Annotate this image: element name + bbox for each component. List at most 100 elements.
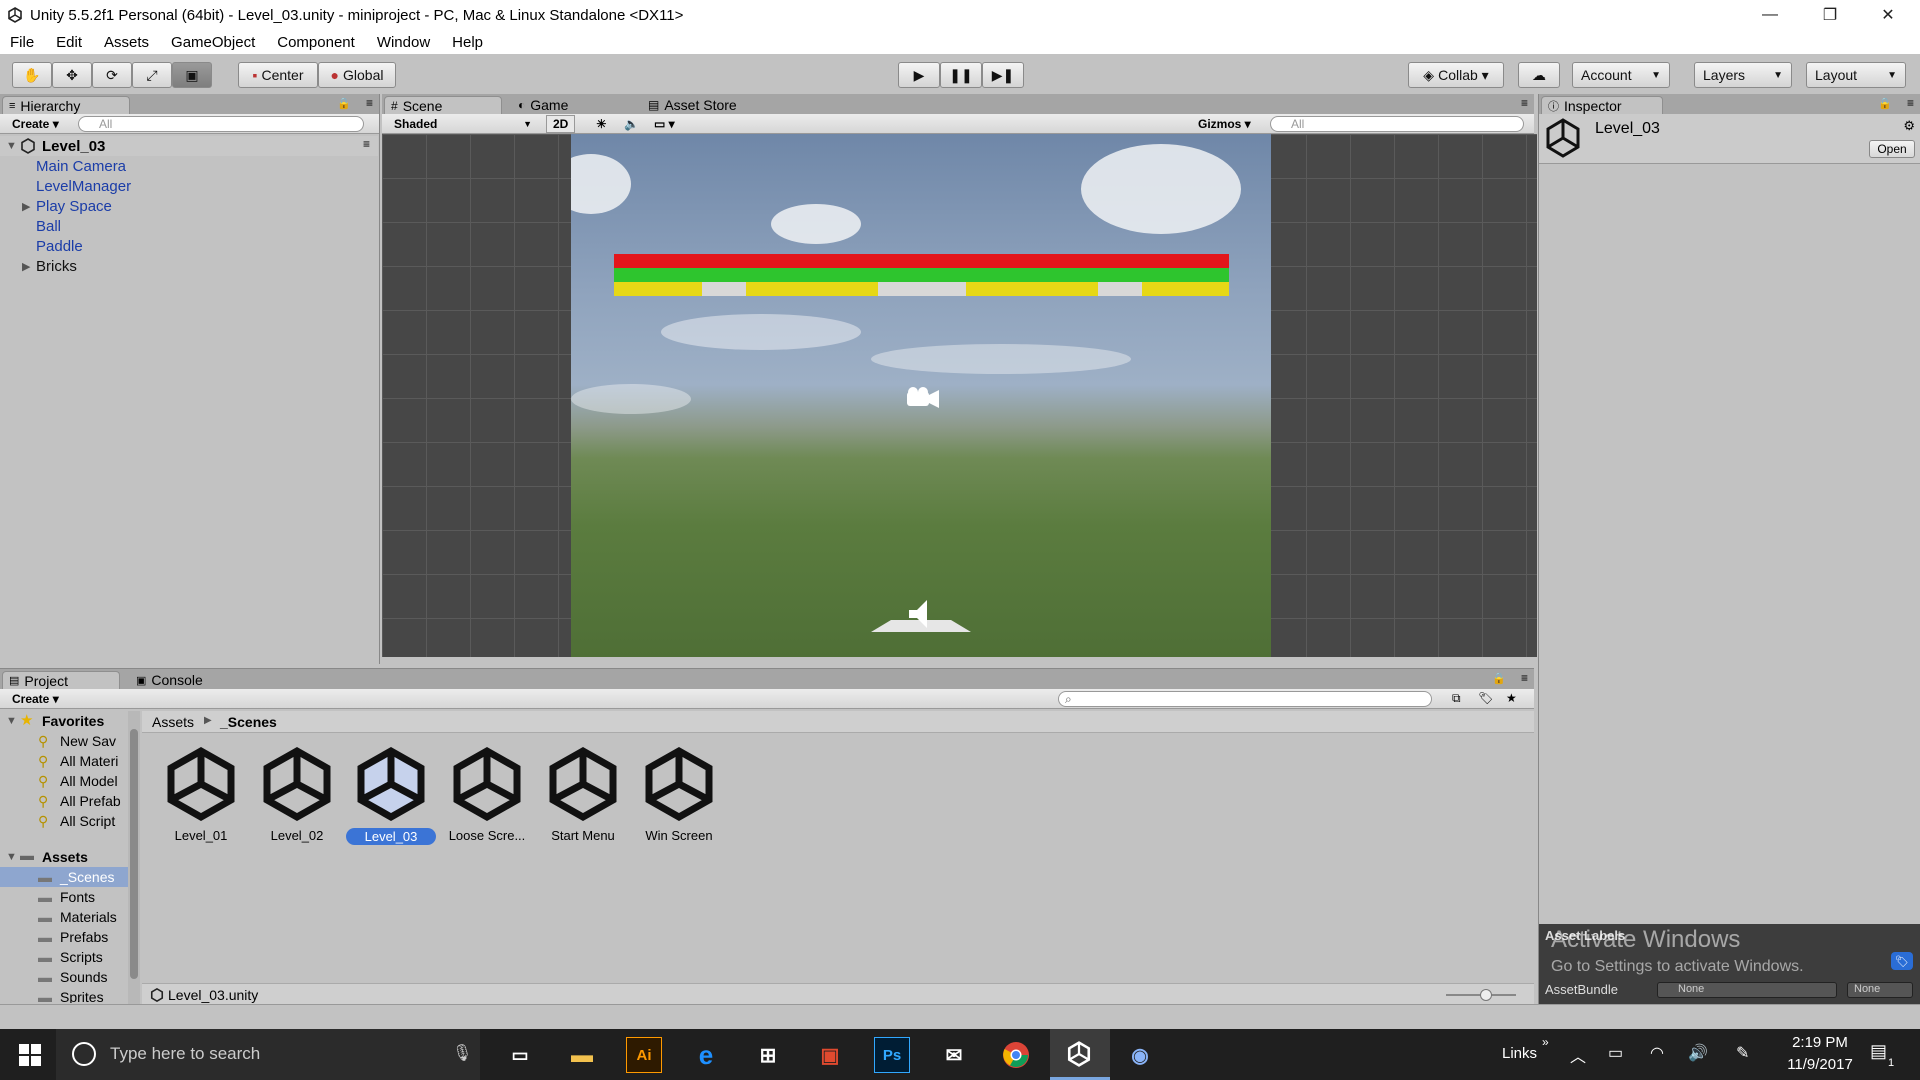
asset-start-menu[interactable]: Start Menu xyxy=(538,745,628,843)
chevron-up-icon[interactable]: ︿ xyxy=(1570,1043,1586,1067)
panel-menu-icon[interactable]: ≡ xyxy=(1521,96,1528,110)
cloud-button[interactable]: ☁ xyxy=(1518,62,1560,88)
menu-help[interactable]: Help xyxy=(452,34,483,51)
star-icon[interactable]: ★ xyxy=(1506,691,1517,705)
links-toolbar[interactable]: Links xyxy=(1502,1045,1537,1062)
tab-inspector[interactable]: ⓘ Inspector xyxy=(1541,96,1663,114)
chrome-icon[interactable] xyxy=(998,1037,1034,1073)
assets-header[interactable]: Assets xyxy=(42,849,88,865)
hierarchy-item-main-camera[interactable]: Main Camera xyxy=(36,158,126,175)
icon-size-slider[interactable] xyxy=(1446,989,1516,1001)
folder-item-materials[interactable]: Materials xyxy=(60,909,117,925)
folder-item-sprites[interactable]: Sprites xyxy=(60,989,104,1003)
edge-icon[interactable]: e xyxy=(688,1037,724,1073)
notifications-icon[interactable]: ▤ xyxy=(1870,1041,1887,1062)
shading-dropdown[interactable]: Shaded ▼ xyxy=(388,116,538,132)
assetbundle-dropdown[interactable]: None xyxy=(1657,982,1837,998)
menu-assets[interactable]: Assets xyxy=(104,34,149,51)
collab-dropdown[interactable]: ◈ Collab ▾ xyxy=(1408,62,1504,88)
asset-loose-screen[interactable]: Loose Scre... xyxy=(442,745,532,843)
photoshop-icon[interactable]: Ps xyxy=(874,1037,910,1073)
layout-dropdown[interactable]: Layout ▼ xyxy=(1806,62,1906,88)
pause-button[interactable]: ❚❚ xyxy=(940,62,982,88)
filter-type-icon[interactable]: ⧉ xyxy=(1452,691,1461,706)
breadcrumb-assets[interactable]: Assets xyxy=(152,714,194,730)
project-search-input[interactable]: ⌕ xyxy=(1058,691,1432,707)
tag-icon[interactable]: 🏷 xyxy=(1891,952,1913,970)
move-tool-button[interactable]: ✥ xyxy=(52,62,92,88)
task-view-icon[interactable]: ▭ xyxy=(502,1037,538,1073)
account-dropdown[interactable]: Account ▼ xyxy=(1572,62,1670,88)
store-icon[interactable]: ⊞ xyxy=(750,1037,786,1073)
hierarchy-item-play-space[interactable]: Play Space xyxy=(36,198,112,215)
play-button[interactable]: ▶ xyxy=(898,62,940,88)
favorite-item[interactable]: All Script xyxy=(60,813,115,829)
label-icon[interactable]: 🏷 xyxy=(1478,691,1493,705)
variant-dropdown[interactable]: None xyxy=(1847,982,1913,998)
lock-icon[interactable]: 🔒 xyxy=(337,97,351,110)
taskbar-search-input[interactable]: Type here to search xyxy=(110,1044,260,1064)
favorite-item[interactable]: All Prefab xyxy=(60,793,121,809)
folder-item-fonts[interactable]: Fonts xyxy=(60,889,95,905)
scene-viewport[interactable] xyxy=(382,134,1537,657)
scale-tool-button[interactable]: ⤢ xyxy=(132,62,172,88)
favorite-item[interactable]: New Sav xyxy=(60,733,116,749)
gizmos-dropdown[interactable]: Gizmos ▾ xyxy=(1192,116,1257,132)
mail-icon[interactable]: ✉ xyxy=(936,1037,972,1073)
menu-edit[interactable]: Edit xyxy=(56,34,82,51)
app-icon[interactable]: ◉ xyxy=(1122,1037,1158,1073)
close-button[interactable]: ✕ xyxy=(1858,0,1918,30)
lock-icon[interactable]: 🔒 xyxy=(1878,97,1892,110)
gear-icon[interactable]: ⚙ xyxy=(1903,118,1915,134)
slider-thumb[interactable] xyxy=(1480,989,1492,1001)
tab-hierarchy[interactable]: ≡ Hierarchy xyxy=(2,96,130,114)
minimize-button[interactable]: — xyxy=(1740,0,1800,30)
tree-scrollbar[interactable] xyxy=(128,711,140,1005)
asset-win-screen[interactable]: Win Screen xyxy=(634,745,724,843)
expand-down-icon[interactable]: ▼ xyxy=(6,715,17,727)
chevron-double-right-icon[interactable]: » xyxy=(1542,1035,1549,1049)
step-button[interactable]: ▶❚ xyxy=(982,62,1024,88)
rotate-tool-button[interactable]: ⟳ xyxy=(92,62,132,88)
panel-menu-icon[interactable]: ≡ xyxy=(1521,671,1528,685)
restore-button[interactable]: ❐ xyxy=(1800,0,1860,30)
folder-item-scripts[interactable]: Scripts xyxy=(60,949,103,965)
hand-tool-button[interactable]: ✋ xyxy=(12,62,52,88)
lighting-toggle[interactable]: ☀ xyxy=(590,116,613,132)
folder-item-sounds[interactable]: Sounds xyxy=(60,969,107,985)
space-toggle-button[interactable]: ● Global xyxy=(318,62,396,88)
microphone-icon[interactable]: 🎙 xyxy=(452,1043,472,1063)
menu-window[interactable]: Window xyxy=(377,34,430,51)
asset-level-03[interactable]: Level_03 xyxy=(346,745,436,845)
wifi-icon[interactable]: ◠ xyxy=(1650,1043,1664,1063)
audio-toggle[interactable]: 🔈 xyxy=(618,116,645,132)
hierarchy-item-ball[interactable]: Ball xyxy=(36,218,61,235)
hierarchy-item-levelmanager[interactable]: LevelManager xyxy=(36,178,131,195)
hierarchy-item-bricks[interactable]: Bricks xyxy=(36,258,77,275)
hierarchy-create-dropdown[interactable]: Create ▾ xyxy=(6,116,65,132)
battery-icon[interactable]: ▭ xyxy=(1608,1043,1623,1063)
panel-menu-icon[interactable]: ≡ xyxy=(366,96,373,110)
lock-icon[interactable]: 🔒 xyxy=(1492,672,1506,685)
pivot-toggle-button[interactable]: ▪ Center xyxy=(238,62,318,88)
scene-menu-icon[interactable]: ≡ xyxy=(363,137,370,151)
scene-header-row[interactable]: ▼ Level_03 ≡ xyxy=(0,136,378,156)
file-explorer-icon[interactable]: ▬ xyxy=(564,1037,600,1073)
folder-item-prefabs[interactable]: Prefabs xyxy=(60,929,108,945)
project-create-dropdown[interactable]: Create ▾ xyxy=(6,691,65,707)
windows-start-icon[interactable] xyxy=(12,1037,48,1073)
effects-dropdown[interactable]: ▭ ▾ xyxy=(648,116,681,132)
clock-time[interactable]: 2:19 PM xyxy=(1784,1034,1856,1051)
tab-asset-store[interactable]: ▤ Asset Store xyxy=(642,96,772,114)
layers-dropdown[interactable]: Layers ▼ xyxy=(1694,62,1792,88)
expand-down-icon[interactable]: ▼ xyxy=(6,140,17,152)
tab-project[interactable]: ▤ Project xyxy=(2,671,120,689)
menu-file[interactable]: File xyxy=(10,34,34,51)
illustrator-icon[interactable]: Ai xyxy=(626,1037,662,1073)
folder-item-scenes[interactable]: _Scenes xyxy=(60,869,114,885)
favorite-item[interactable]: All Materi xyxy=(60,753,118,769)
hierarchy-item-paddle[interactable]: Paddle xyxy=(36,238,83,255)
unity-taskbar-button[interactable] xyxy=(1050,1029,1110,1080)
asset-level-02[interactable]: Level_02 xyxy=(252,745,342,843)
expand-down-icon[interactable]: ▼ xyxy=(6,851,17,863)
